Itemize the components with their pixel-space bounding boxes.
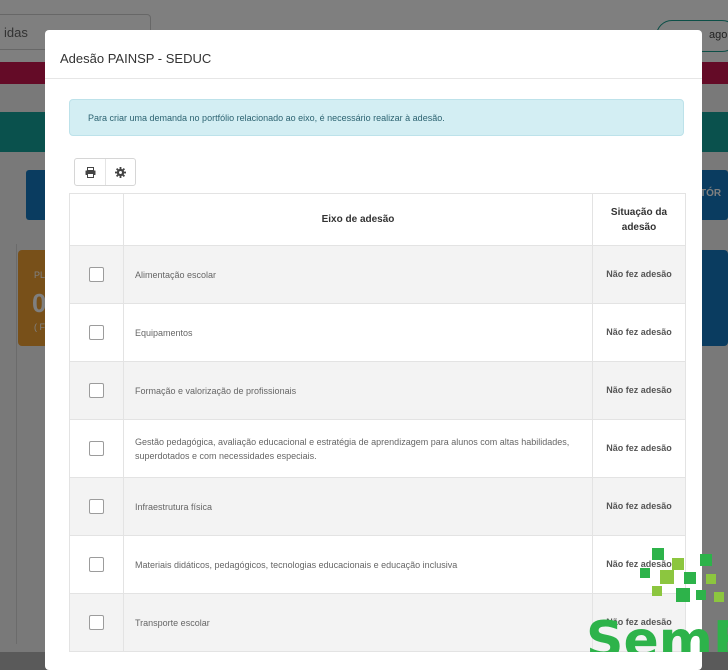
- table-row: Equipamentos Não fez adesão: [69, 303, 686, 362]
- info-alert: Para criar uma demanda no portfólio rela…: [69, 99, 684, 136]
- logo-pixel-squares: [640, 548, 724, 602]
- row-select-cell: [69, 593, 124, 652]
- row-checkbox[interactable]: [89, 324, 104, 340]
- eixo-column-header[interactable]: Eixo de adesão: [123, 193, 593, 246]
- row-checkbox[interactable]: [89, 440, 104, 456]
- alert-text: Para criar uma demanda no portfólio rela…: [88, 113, 445, 123]
- watermark-text: SemE: [586, 611, 728, 652]
- eixo-cell: Alimentação escolar: [123, 245, 593, 304]
- row-select-cell: [69, 245, 124, 304]
- eixo-cell: Infraestrutura física: [123, 477, 593, 536]
- situacao-cell: Não fez adesão: [592, 477, 686, 536]
- print-icon: [85, 166, 95, 178]
- table-row: Gestão pedagógica, avaliação educacional…: [69, 419, 686, 478]
- row-checkbox[interactable]: [89, 498, 104, 514]
- row-select-cell: [69, 361, 124, 420]
- table-toolbar: [74, 158, 136, 186]
- situacao-cell: Não fez adesão: [592, 361, 686, 420]
- modal-title: Adesão PAINSP - SEDUC: [60, 51, 212, 66]
- row-select-cell: [69, 419, 124, 478]
- row-select-cell: [69, 477, 124, 536]
- table-row: Infraestrutura física Não fez adesão: [69, 477, 686, 536]
- situacao-cell: Não fez adesão: [592, 303, 686, 362]
- situacao-column-header[interactable]: Situação da adesão: [592, 193, 686, 246]
- print-button[interactable]: [75, 159, 105, 185]
- eixo-cell: Gestão pedagógica, avaliação educacional…: [123, 419, 593, 478]
- seme-watermark-logo: SemE: [586, 548, 728, 652]
- gear-icon: [115, 166, 126, 178]
- situacao-cell: Não fez adesão: [592, 419, 686, 478]
- row-select-cell: [69, 535, 124, 594]
- row-select-cell: [69, 303, 124, 362]
- row-checkbox[interactable]: [89, 556, 104, 572]
- situacao-cell: Não fez adesão: [592, 245, 686, 304]
- table-row: Alimentação escolar Não fez adesão: [69, 245, 686, 304]
- select-column-header: [69, 193, 124, 246]
- eixo-cell: Equipamentos: [123, 303, 593, 362]
- row-checkbox[interactable]: [89, 382, 104, 398]
- row-checkbox[interactable]: [89, 266, 104, 282]
- modal-header: Adesão PAINSP - SEDUC: [45, 30, 702, 79]
- table-row: Formação e valorização de profissionais …: [69, 361, 686, 420]
- row-checkbox[interactable]: [89, 614, 104, 630]
- eixo-cell: Formação e valorização de profissionais: [123, 361, 593, 420]
- eixo-cell: Materiais didáticos, pedagógicos, tecnol…: [123, 535, 593, 594]
- table-header-row: Eixo de adesão Situação da adesão: [69, 193, 686, 246]
- eixo-cell: Transporte escolar: [123, 593, 593, 652]
- settings-button[interactable]: [105, 159, 135, 185]
